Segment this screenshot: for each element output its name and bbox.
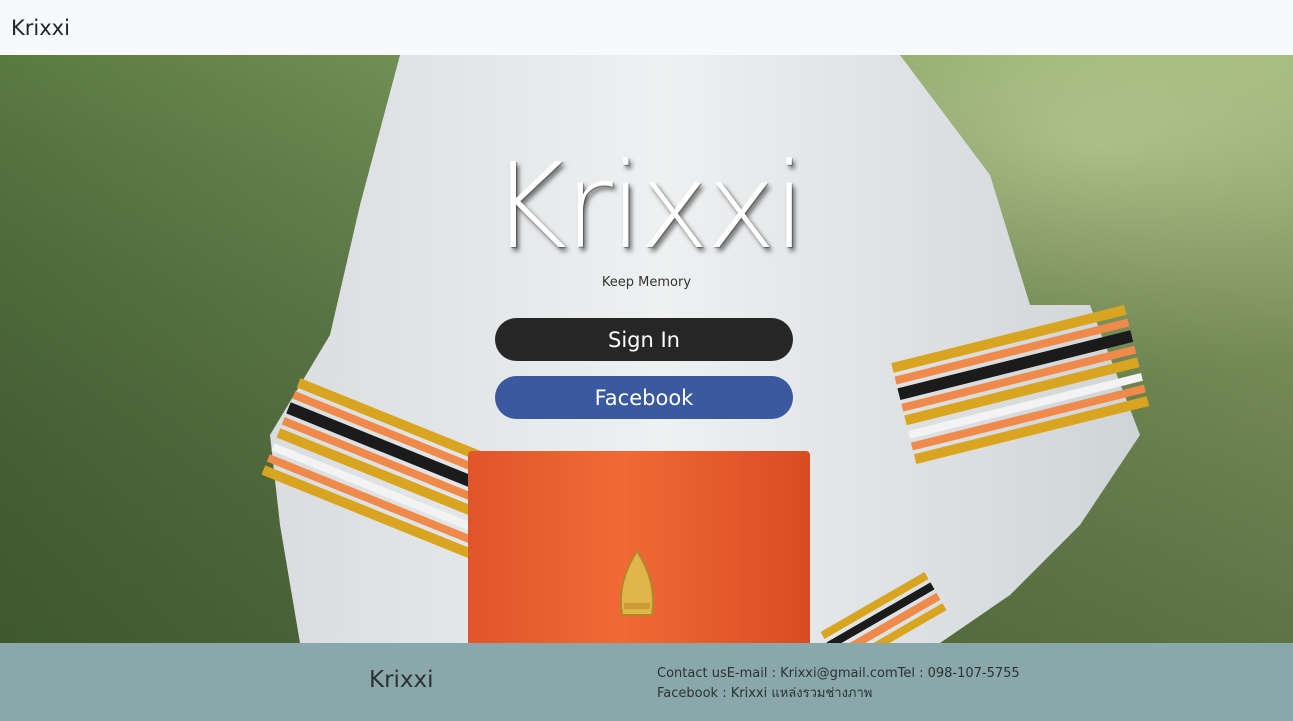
- hero-content: Krixxi Keep Memory Sign In Facebook: [0, 55, 1293, 643]
- navbar: Krixxi: [0, 0, 1293, 55]
- footer-contact-line: Contact usE-mail : Krixxi@gmail.comTel :…: [657, 666, 1020, 681]
- hero-title: Krixxi: [489, 137, 806, 275]
- hero-tagline: Keep Memory: [601, 275, 692, 290]
- footer-facebook-line: Facebook : Krixxi แหล่งรวมช่างภาพ: [657, 686, 873, 701]
- footer-brand: Krixxi: [369, 667, 434, 693]
- sign-in-button[interactable]: Sign In: [495, 318, 793, 361]
- navbar-brand[interactable]: Krixxi: [11, 16, 70, 40]
- hero-section: Krixxi Keep Memory Sign In Facebook: [0, 55, 1293, 643]
- facebook-button[interactable]: Facebook: [495, 376, 793, 419]
- footer: Krixxi Contact usE-mail : Krixxi@gmail.c…: [0, 643, 1293, 721]
